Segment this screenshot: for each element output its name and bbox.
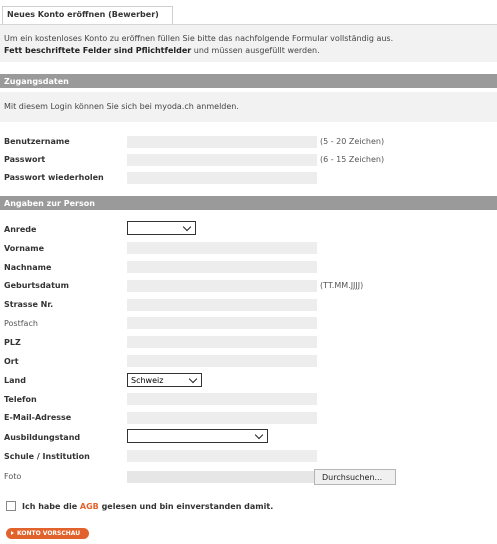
username-hint: (5 - 20 Zeichen) [320, 137, 385, 146]
photo-label: Foto [4, 472, 22, 481]
access-info-text: Mit diesem Login können Sie sich bei myo… [4, 102, 239, 111]
intro-box: Um ein kostenloses Konto zu eröffnen fül… [0, 25, 497, 62]
agb-link[interactable]: AGB [80, 502, 99, 511]
school-input[interactable] [127, 450, 317, 462]
browse-button[interactable]: Durchsuchen... [314, 469, 396, 485]
pobox-input[interactable] [127, 317, 317, 329]
tab-bar: Neues Konto eröffnen (Bewerber) [0, 0, 497, 25]
password-label: Passwort [4, 155, 46, 164]
street-input[interactable] [127, 299, 317, 311]
firstname-label: Vorname [4, 244, 45, 253]
education-select[interactable] [127, 429, 268, 443]
section-header-person: Angaben zur Person [0, 196, 497, 210]
street-label: Strasse Nr. [4, 300, 54, 309]
phone-label: Telefon [4, 395, 37, 404]
lastname-input[interactable] [127, 261, 317, 273]
play-arrow-icon [11, 531, 14, 535]
education-label: Ausbildungstand [4, 433, 81, 442]
zip-label: PLZ [4, 338, 21, 347]
access-info-box: Mit diesem Login können Sie sich bei myo… [0, 92, 497, 122]
zip-input[interactable] [127, 336, 317, 348]
country-select[interactable]: Schweiz [127, 373, 202, 387]
salutation-select[interactable] [127, 221, 196, 235]
chevron-down-icon [188, 374, 198, 384]
birthdate-label: Geburtsdatum [4, 281, 69, 290]
section-header-access: Zugangsdaten [0, 74, 497, 88]
salutation-label: Anrede [4, 225, 37, 234]
password-repeat-input[interactable] [127, 172, 317, 184]
chevron-down-icon [182, 222, 192, 232]
username-label: Benutzername [4, 137, 70, 146]
phone-input[interactable] [127, 393, 317, 405]
password-hint: (6 - 15 Zeichen) [320, 155, 385, 164]
email-input[interactable] [127, 412, 317, 424]
school-label: Schule / Institution [4, 452, 90, 461]
agb-checkbox[interactable] [6, 501, 16, 511]
tab-new-account[interactable]: Neues Konto eröffnen (Bewerber) [2, 6, 173, 24]
agb-label: Ich habe die AGB gelesen und bin einvers… [22, 502, 274, 511]
country-label: Land [4, 376, 26, 385]
photo-file-path[interactable] [127, 471, 314, 483]
intro-required-note: Fett beschriftete Felder sind Pflichtfel… [4, 46, 320, 55]
city-input[interactable] [127, 355, 317, 367]
intro-text: Um ein kostenloses Konto zu eröffnen fül… [4, 34, 394, 43]
city-label: Ort [4, 357, 19, 366]
birthdate-input[interactable] [127, 280, 317, 292]
username-input[interactable] [127, 136, 317, 148]
password-input[interactable] [127, 154, 317, 166]
pobox-label: Postfach [4, 319, 38, 328]
lastname-label: Nachname [4, 263, 52, 272]
account-preview-button[interactable]: KONTO VORSCHAU [6, 528, 89, 539]
chevron-down-icon [254, 430, 264, 440]
birthdate-hint: (TT.MM.JJJJ) [320, 281, 364, 290]
email-label: E-Mail-Adresse [4, 413, 72, 422]
password-repeat-label: Passwort wiederholen [4, 173, 104, 182]
firstname-input[interactable] [127, 242, 317, 254]
